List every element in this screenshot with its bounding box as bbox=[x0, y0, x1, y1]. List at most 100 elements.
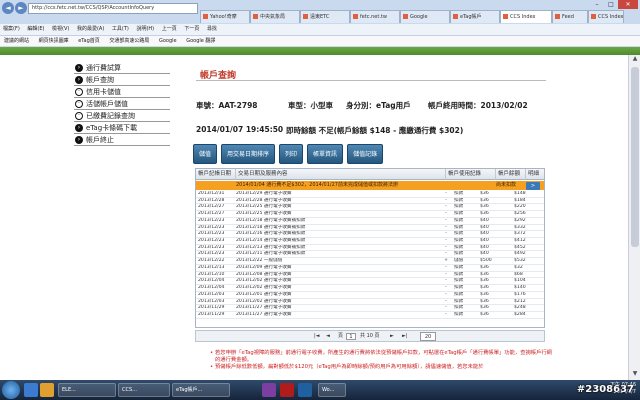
print-button[interactable]: 列印 bbox=[279, 144, 304, 164]
close-icon[interactable]: ✕ bbox=[618, 0, 638, 9]
column-header[interactable]: 明細 bbox=[526, 169, 544, 180]
table-row[interactable]: 2013/12/28 2013/12/28 通行電子收費 - 扣款 $36 $184 bbox=[196, 198, 544, 205]
taskbar-item[interactable]: ELE... bbox=[58, 383, 116, 397]
table-row[interactable]: 2013/12/22 2013/12/22 一般儲值 + 儲值 $500 $532 bbox=[196, 258, 544, 265]
bookmark-item[interactable]: 建議的網站 bbox=[4, 38, 29, 44]
column-header[interactable]: 帳戶餘額 bbox=[496, 169, 526, 180]
table-row[interactable]: 2013/12/04 2013/12/02 通行電子收費 - 扣款 $36 $140 bbox=[196, 285, 544, 292]
sidebar-item-credit-topup[interactable]: · 信用卡儲值 bbox=[74, 86, 170, 98]
menu-item[interactable]: 檔案(F) bbox=[3, 26, 20, 32]
page-number-input[interactable]: 1 bbox=[346, 333, 356, 340]
browser-tab[interactable]: eTag帳戶 bbox=[450, 10, 500, 23]
forward-icon[interactable]: ► bbox=[15, 2, 27, 14]
start-menu-icon[interactable] bbox=[2, 381, 20, 399]
browser-tab-active[interactable]: CCS Index bbox=[500, 10, 552, 23]
table-row[interactable]: 2013/12/23 2013/12/14 通行電子收費補扣款 - 扣款 $40 $412 bbox=[196, 238, 544, 245]
cell-sign: - bbox=[445, 217, 447, 223]
cell-bal: $412 bbox=[514, 238, 526, 244]
menu-item[interactable]: 我的最愛(A) bbox=[77, 26, 104, 32]
table-row[interactable]: 2013/12/23 2013/12/16 通行電子收費補扣款 - 扣款 $40 $372 bbox=[196, 231, 544, 239]
page-label: 頁 bbox=[338, 333, 344, 339]
table-row[interactable]: 2013/12/03 2013/12/01 通行電子收費 - 扣款 $36 $176 bbox=[196, 292, 544, 299]
page-size-select[interactable]: 20 bbox=[420, 332, 436, 341]
table-row[interactable]: 2013/12/23 2013/12/13 通行電子收費補扣款 - 扣款 $40 $452 bbox=[196, 244, 544, 252]
sidebar-item-paid-records[interactable]: · 已繳費記錄查詢 bbox=[74, 110, 170, 122]
detail-button[interactable]: > bbox=[526, 182, 540, 190]
table-row[interactable]: 2013/12/10 2013/12/08 通行電子收費 - 扣款 $36 $68 bbox=[196, 271, 544, 279]
app-icon[interactable] bbox=[280, 383, 294, 397]
browser-tab[interactable]: Google bbox=[400, 10, 450, 23]
cell-bal: $212 bbox=[514, 298, 526, 304]
table-row[interactable]: 2013/12/23 2013/12/18 通行電子收費補扣款 - 扣款 $40 $332 bbox=[196, 225, 544, 232]
taskbar-item[interactable]: eTag帳戶... bbox=[172, 383, 230, 397]
page-scrollbar[interactable]: ▲ ▼ bbox=[628, 55, 640, 380]
column-header[interactable]: 交易日期及服務內容 bbox=[236, 169, 446, 180]
table-row[interactable]: 2013/12/31 2013/12/29 通行電子收費 - 扣款 $36 $148 bbox=[196, 191, 544, 198]
browser-tab[interactable]: fetc.net.tw bbox=[350, 10, 400, 23]
cell-sign: - bbox=[445, 278, 447, 284]
topup-button[interactable]: 儲值 bbox=[193, 144, 218, 164]
prev-page-icon[interactable]: ◄ bbox=[326, 331, 330, 341]
next-page-icon[interactable]: ► bbox=[390, 331, 394, 341]
ie-icon[interactable] bbox=[24, 383, 38, 397]
app-icon[interactable] bbox=[298, 383, 312, 397]
browser-tab[interactable]: CCS Index bbox=[588, 10, 624, 23]
menu-item[interactable]: 下一頁 bbox=[184, 26, 199, 32]
menu-item[interactable]: 尋找 bbox=[207, 26, 217, 32]
cell-bal: $492 bbox=[514, 251, 526, 257]
folder-icon[interactable] bbox=[40, 383, 54, 397]
column-header[interactable]: 帳戶使用記錄 bbox=[446, 169, 496, 180]
sidebar-item-terminate-account[interactable]: › 帳戶終止 bbox=[74, 134, 170, 146]
scroll-thumb[interactable] bbox=[631, 67, 639, 247]
bill-info-button[interactable]: 帳單資訊 bbox=[307, 144, 344, 164]
taskbar-item[interactable]: Wo... bbox=[318, 383, 346, 397]
table-row[interactable]: 2013/12/23 2013/12/11 通行電子收費補扣款 - 扣款 $40 $492 bbox=[196, 251, 544, 259]
menu-item[interactable]: 上一頁 bbox=[162, 26, 177, 32]
cell-desc: 2013/12/08 通行電子收費 bbox=[236, 271, 292, 277]
menu-item[interactable]: 說明(H) bbox=[136, 26, 154, 32]
table-row[interactable]: 2013/12/27 2013/12/25 通行電子收費 - 扣款 $36 $256 bbox=[196, 211, 544, 218]
back-icon[interactable]: ◄ bbox=[2, 2, 14, 14]
browser-tab[interactable]: Feed bbox=[552, 10, 588, 23]
cell-date: 2013/12/04 bbox=[198, 278, 225, 284]
topup-records-button[interactable]: 儲值記錄 bbox=[347, 144, 384, 164]
browser-tab[interactable]: Yahoo!奇摩 bbox=[200, 10, 250, 23]
cell-type: 扣款 bbox=[454, 244, 464, 250]
menu-item[interactable]: 檢視(V) bbox=[52, 26, 69, 32]
address-bar[interactable]: http://ccs.fetc.net.tw/CCS/QSP/AccountIn… bbox=[28, 3, 198, 14]
scroll-up-icon[interactable]: ▲ bbox=[629, 55, 640, 65]
table-row[interactable]: 2013/12/13 2013/12/09 通行電子收費 - 扣款 $36 $32 bbox=[196, 265, 544, 272]
last-page-icon[interactable]: ►| bbox=[402, 331, 408, 341]
browser-tab[interactable]: 中央氣象局 bbox=[250, 10, 300, 23]
minimize-icon[interactable]: – bbox=[590, 0, 604, 9]
unpaid-notice-row: 2014/01/04 通行費不足$302，2014/01/27前未完成儲值或扣款… bbox=[196, 181, 544, 190]
sidebar-item-bank-topup[interactable]: · 活儲帳戶儲值 bbox=[74, 98, 170, 110]
bookmark-item[interactable]: Google 翻譯 bbox=[186, 38, 215, 44]
table-row[interactable]: 2013/12/23 2013/12/18 通行電子收費補扣款 - 扣款 $40 $292 bbox=[196, 217, 544, 225]
menu-item[interactable]: 編輯(E) bbox=[27, 26, 44, 32]
table-row[interactable]: 2013/12/04 2013/12/02 通行電子收費 - 扣款 $36 $104 bbox=[196, 278, 544, 286]
last-use-time: 帳戶終用時間：2013/02/02 bbox=[428, 101, 528, 110]
table-row[interactable]: 2013/12/27 2013/12/25 通行電子收費 - 扣款 $36 $220 bbox=[196, 204, 544, 212]
bookmark-item[interactable]: eTag首頁 bbox=[78, 38, 100, 44]
bookmark-item[interactable]: 網頁快訊圖庫 bbox=[39, 38, 69, 44]
sort-by-date-button[interactable]: 用交易日期排序 bbox=[221, 144, 276, 164]
cell-amt: $36 bbox=[480, 278, 489, 284]
sidebar-item-barcode-download[interactable]: › eTag卡條碼下載 bbox=[74, 122, 170, 134]
table-row[interactable]: 2013/12/03 2013/12/02 通行電子收費 - 扣款 $36 $212 bbox=[196, 298, 544, 306]
bookmark-item[interactable]: 交通部高速公路局 bbox=[109, 38, 149, 44]
sidebar-item-account-query[interactable]: › 帳戶查詢 bbox=[74, 74, 170, 86]
app-icon[interactable] bbox=[262, 383, 276, 397]
taskbar-item[interactable]: CCS... bbox=[118, 383, 170, 397]
sidebar-item-toll-estimate[interactable]: › 通行費試算 bbox=[74, 62, 170, 74]
table-row[interactable]: 2013/11/29 2013/11/27 通行電子收費 - 扣款 $36 $284 bbox=[196, 312, 544, 319]
browser-tab[interactable]: 遠東ETC bbox=[300, 10, 350, 23]
first-page-icon[interactable]: |◄ bbox=[314, 331, 320, 341]
scroll-down-icon[interactable]: ▼ bbox=[629, 370, 640, 380]
bookmark-item[interactable]: Google bbox=[159, 38, 177, 44]
menu-item[interactable]: 工具(T) bbox=[112, 26, 129, 32]
table-row[interactable]: 2013/11/29 2013/11/27 通行電子收費 - 扣款 $36 $248 bbox=[196, 305, 544, 312]
maximize-icon[interactable]: □ bbox=[604, 0, 618, 9]
cell-sign: - bbox=[445, 211, 447, 217]
column-header[interactable]: 帳戶記帳日期 bbox=[196, 169, 236, 180]
